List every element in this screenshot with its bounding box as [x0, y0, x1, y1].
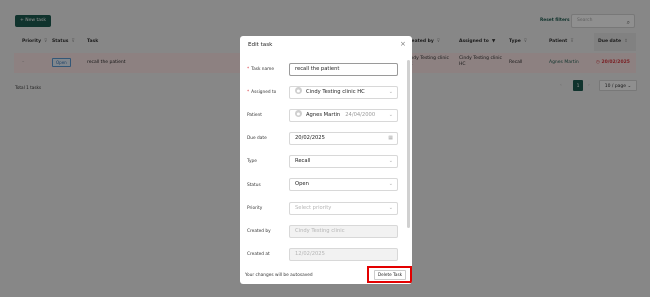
- task-name-label: * Task name: [247, 67, 274, 72]
- created-at-label: Created at: [247, 252, 270, 257]
- calendar-icon: ▦: [388, 135, 393, 141]
- status-label: Status: [247, 183, 261, 188]
- dialog-scrollbar[interactable]: [407, 60, 410, 228]
- created-by-field: Cindy Testing clinic: [289, 225, 398, 238]
- priority-label: Priority: [247, 206, 263, 211]
- type-label: Type: [247, 159, 257, 164]
- delete-task-button[interactable]: Delete Task: [374, 270, 406, 280]
- chevron-down-icon: ⌄: [388, 181, 393, 187]
- status-select[interactable]: Open ⌄: [289, 178, 398, 191]
- dialog-title: Edit task: [248, 42, 273, 48]
- chevron-down-icon: ⌄: [388, 205, 393, 211]
- created-at-field: 12/02/2025: [289, 248, 398, 261]
- due-date-picker[interactable]: 20/02/2025 ▦: [289, 132, 398, 145]
- assigned-to-select[interactable]: ● Cindy Testing clinic HC ⌄: [289, 86, 398, 99]
- patient-select[interactable]: ● Agnes Martin 24/04/2000 ⌄: [289, 109, 398, 122]
- delete-highlight: Delete Task: [367, 266, 412, 283]
- close-icon[interactable]: ×: [400, 40, 406, 48]
- avatar: ●: [295, 110, 302, 117]
- task-name-field[interactable]: recall the patient: [289, 63, 398, 76]
- avatar: ●: [295, 87, 302, 94]
- autosave-note: Your changes will be autosaved: [245, 273, 313, 278]
- chevron-down-icon: ⌄: [388, 158, 393, 164]
- priority-select[interactable]: Select priority ⌄: [289, 202, 398, 215]
- edit-task-dialog: Edit task × * Task name recall the patien…: [240, 36, 412, 284]
- patient-label: Patient: [247, 113, 262, 118]
- chevron-down-icon: ⌄: [388, 112, 393, 118]
- type-select[interactable]: Recall ⌄: [289, 155, 398, 168]
- due-date-label: Due date: [247, 136, 267, 141]
- assigned-to-label: * Assigned to: [247, 90, 277, 95]
- patient-dob: 24/04/2000: [345, 112, 376, 118]
- chevron-down-icon: ⌄: [388, 89, 393, 95]
- created-by-label: Created by: [247, 229, 271, 234]
